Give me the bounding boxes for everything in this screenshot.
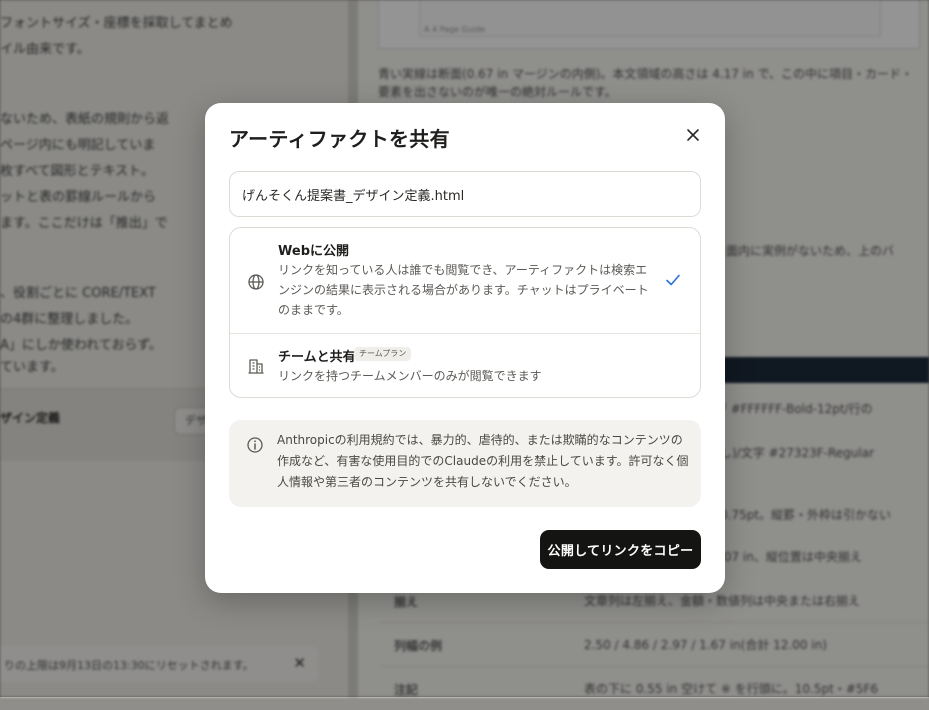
- option-publish-web[interactable]: Webに公開 リンクを知っている人は誰でも閲覧でき、アーティファクトは検索エンジ…: [230, 228, 700, 333]
- option-description: リンクを持つチームメンバーのみが閲覧できます: [278, 369, 542, 383]
- option-title: チームと共有: [278, 350, 356, 365]
- checkmark-icon: [666, 274, 680, 286]
- building-icon: [248, 359, 264, 374]
- close-icon: [687, 129, 699, 141]
- filename-input[interactable]: [229, 171, 701, 217]
- policy-warning: Anthropicの利用規約では、暴力的、虐待的、または欺瞞的なコンテンツの作成…: [229, 420, 701, 507]
- share-artifact-dialog: アーティファクトを共有 Webに公開 リンクを知っている人は誰でも閲覧でき、アー…: [205, 103, 725, 593]
- info-icon: [247, 437, 263, 453]
- close-button[interactable]: [679, 121, 707, 149]
- option-title: Webに公開: [278, 244, 349, 259]
- policy-warning-text: Anthropicの利用規約では、暴力的、虐待的、または欺瞞的なコンテンツの作成…: [277, 433, 689, 489]
- dialog-title: アーティファクトを共有: [229, 127, 450, 151]
- visibility-options: Webに公開 リンクを知っている人は誰でも閲覧でき、アーティファクトは検索エンジ…: [229, 227, 701, 398]
- publish-copy-link-button[interactable]: 公開してリンクをコピー: [540, 530, 701, 569]
- option-description: リンクを知っている人は誰でも閲覧でき、アーティファクトは検索エンジンの結果に表示…: [278, 263, 649, 317]
- option-share-team[interactable]: チームと共有 チームプラン リンクを持つチームメンバーのみが閲覧できます: [230, 333, 700, 397]
- plan-badge: チームプラン: [354, 347, 412, 361]
- globe-icon: [248, 274, 264, 290]
